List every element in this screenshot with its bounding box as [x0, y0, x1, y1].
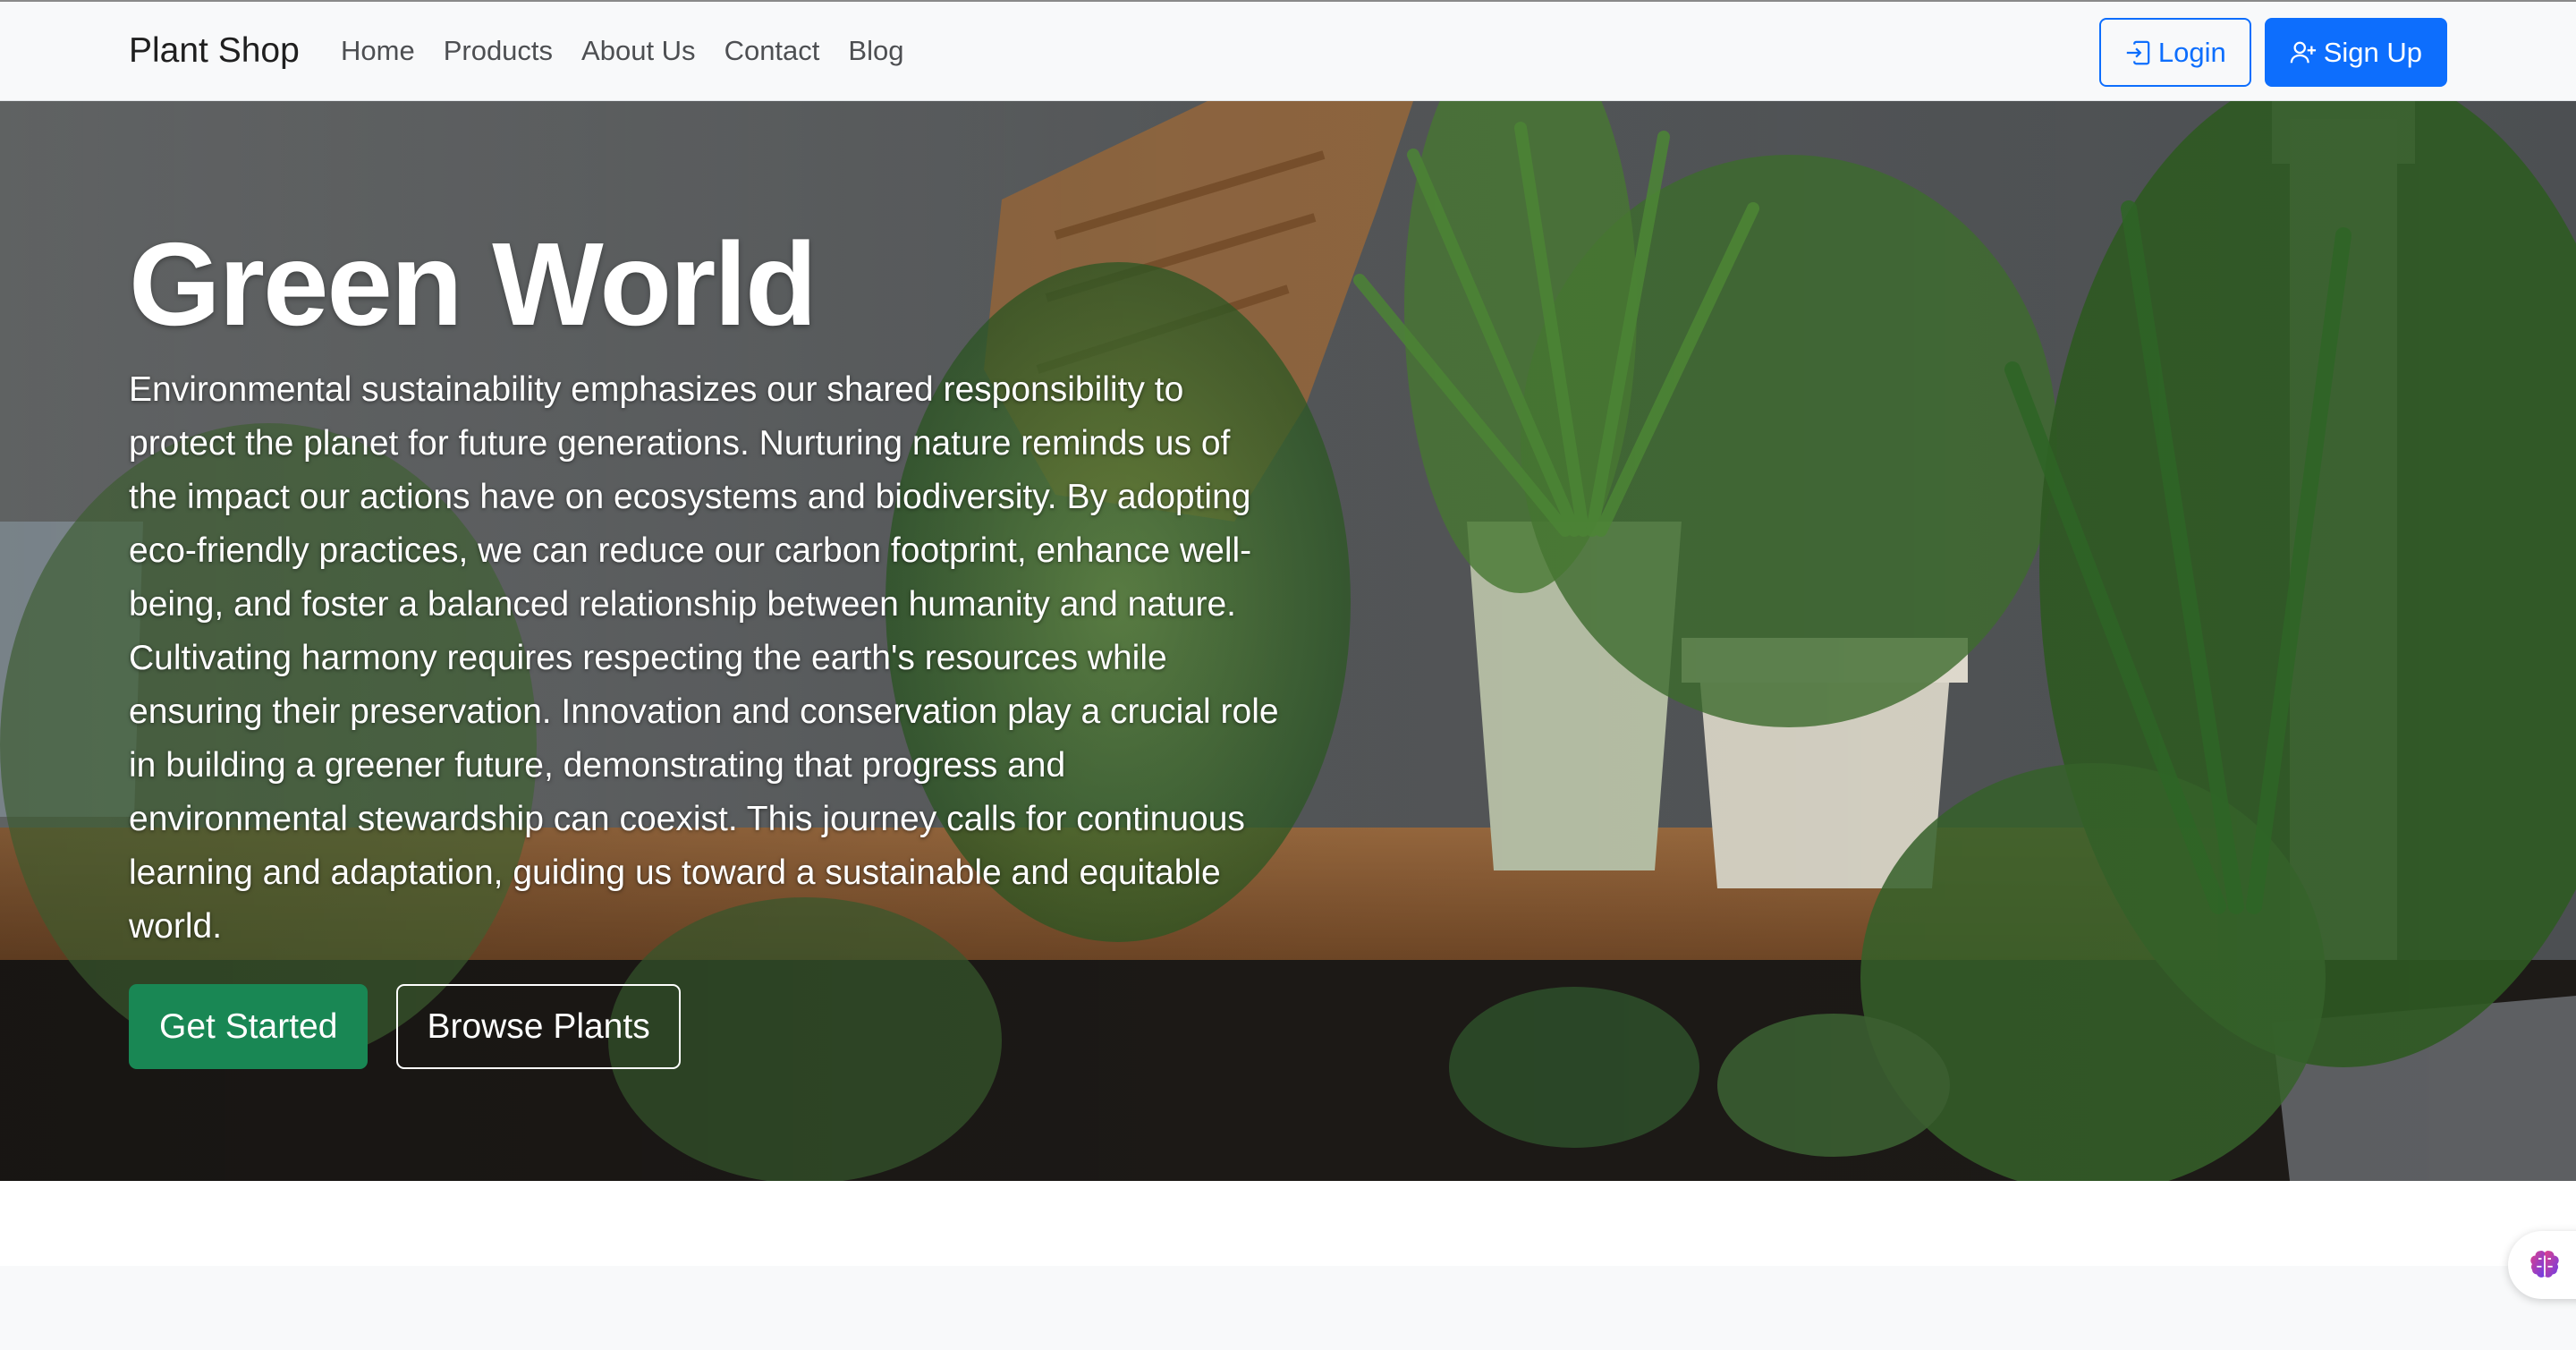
get-started-button[interactable]: Get Started [129, 984, 369, 1069]
hero-description: Environmental sustainability emphasizes … [129, 370, 1279, 946]
assistant-widget[interactable] [2508, 1231, 2576, 1299]
nav-links: Home Products About Us Contact Blog [341, 29, 918, 73]
section-spacer [0, 1181, 2576, 1266]
nav-link-about[interactable]: About Us [567, 29, 710, 73]
login-button[interactable]: Login [2098, 18, 2251, 87]
hero-section: Green World Environmental sustainability… [0, 101, 2576, 1181]
nav-link-blog[interactable]: Blog [834, 29, 918, 73]
brain-icon [2530, 1250, 2559, 1278]
browse-plants-button[interactable]: Browse Plants [396, 984, 681, 1069]
next-section [0, 1266, 2576, 1350]
hero-title: Green World [129, 218, 818, 350]
person-plus-icon [2290, 41, 2316, 63]
nav-link-contact[interactable]: Contact [710, 29, 835, 73]
nav-link-products[interactable]: Products [429, 29, 567, 73]
signup-button[interactable]: Sign Up [2264, 18, 2447, 87]
nav-link-home[interactable]: Home [341, 29, 429, 73]
signup-label: Sign Up [2323, 36, 2422, 68]
login-label: Login [2157, 36, 2226, 68]
top-navbar: Plant Shop Home Products About Us Contac… [0, 0, 2576, 101]
auth-buttons: Login Sign Up [2098, 18, 2447, 87]
login-arrow-icon [2126, 40, 2150, 64]
hero-actions: Get Started Browse Plants [129, 984, 681, 1069]
brand-logo[interactable]: Plant Shop [129, 29, 300, 73]
